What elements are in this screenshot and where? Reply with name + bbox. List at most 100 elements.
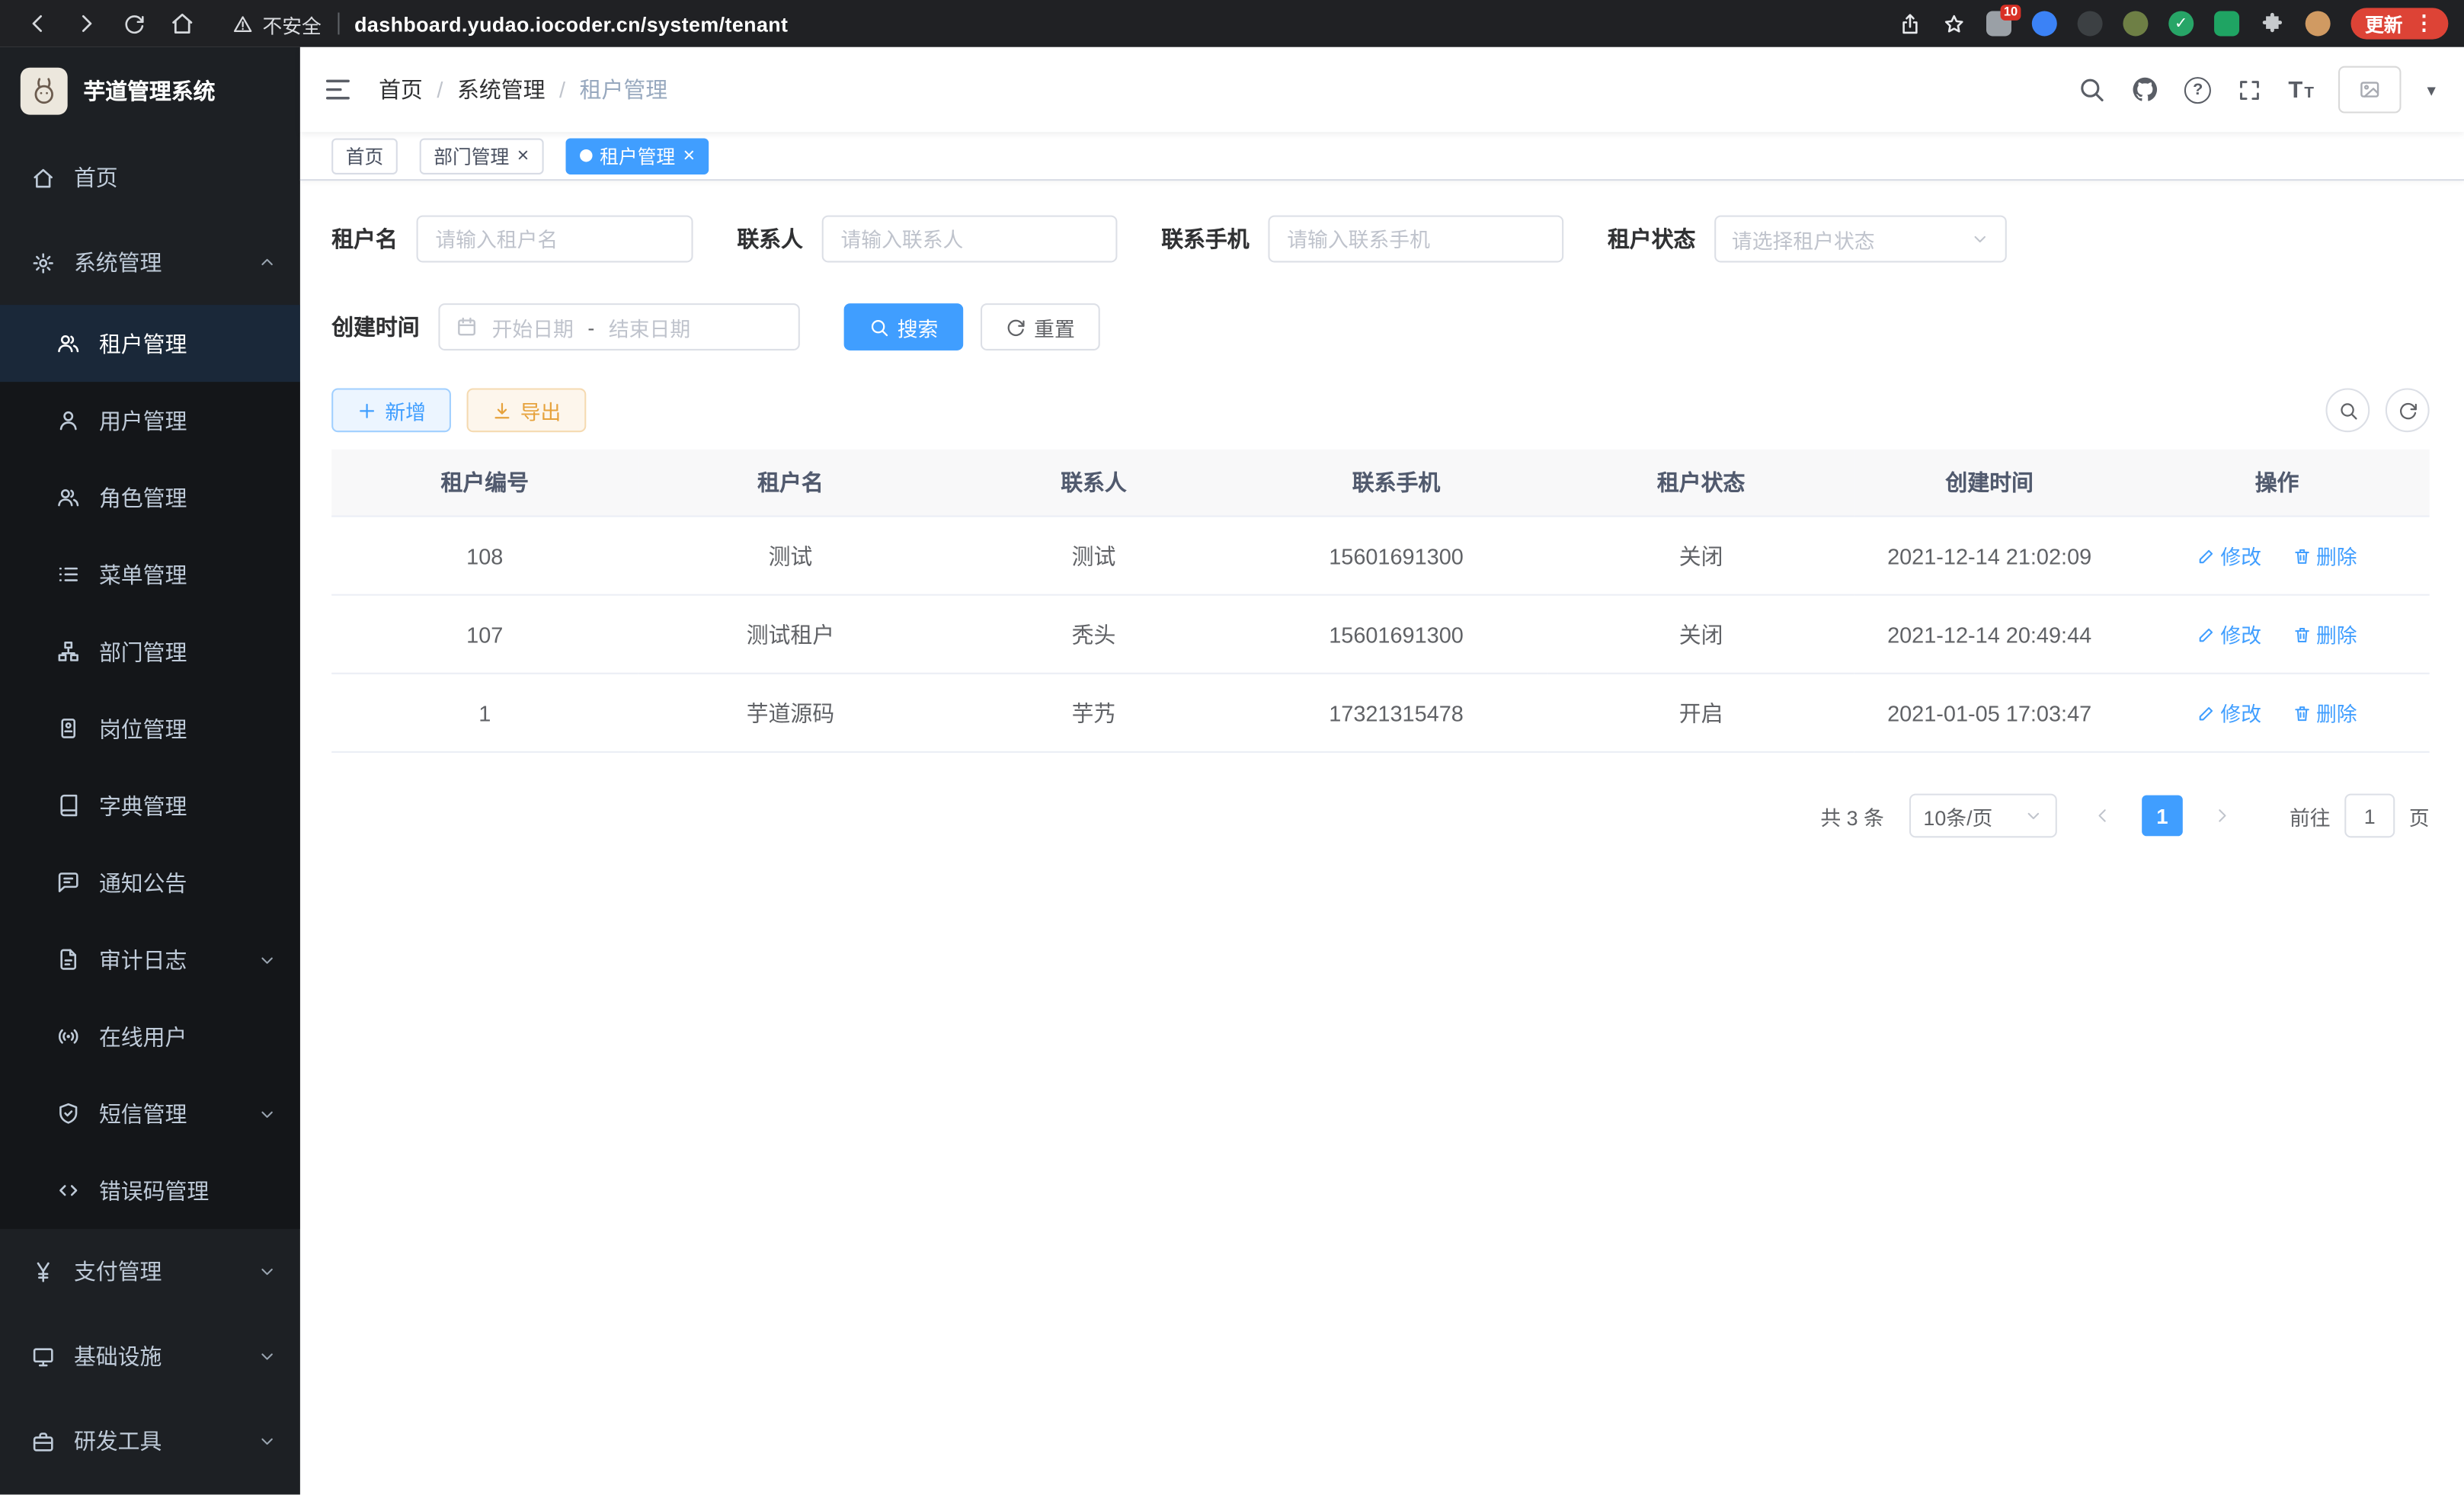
profile-avatar[interactable]: [2306, 11, 2331, 36]
fullscreen-icon[interactable]: [2236, 76, 2263, 103]
forward-icon[interactable]: [74, 11, 99, 36]
sidebar-item-dict[interactable]: 字典管理: [0, 767, 300, 844]
extension-badge: 10: [2001, 5, 2021, 21]
pencil-icon: [2197, 703, 2216, 722]
home-icon: [31, 166, 55, 190]
url-text[interactable]: dashboard.yudao.iocoder.cn/system/tenant: [354, 11, 788, 35]
extension-icon[interactable]: [2168, 11, 2194, 36]
tag-tenant-active[interactable]: 租户管理: [565, 137, 709, 173]
sidebar-item-post[interactable]: 岗位管理: [0, 690, 300, 767]
refresh-icon: [2397, 400, 2418, 421]
edit-button[interactable]: 修改: [2197, 698, 2261, 728]
pagination: 共 3 条 10条/页 1 前往 页: [331, 794, 2429, 838]
breadcrumb-item[interactable]: 首页: [379, 74, 423, 105]
site-security-indicator[interactable]: 不安全: [232, 8, 322, 38]
page-size-select[interactable]: 10条/页: [1909, 794, 2057, 838]
extension-icon[interactable]: [2078, 11, 2103, 36]
home-icon[interactable]: [170, 11, 195, 36]
table-row: 107 测试租户 秃头 15601691300 关闭 2021-12-14 20…: [331, 595, 2429, 674]
breadcrumb-item-current: 租户管理: [580, 74, 668, 105]
help-icon[interactable]: [2184, 76, 2211, 103]
sidebar-item-notice[interactable]: 通知公告: [0, 844, 300, 921]
table-row: 1 芋道源码 芋艿 17321315478 开启 2021-01-05 17:0…: [331, 674, 2429, 752]
security-label: 不安全: [262, 8, 321, 38]
sidebar-item-payment[interactable]: 支付管理: [0, 1229, 300, 1314]
sidebar-item-label: 系统管理: [74, 247, 162, 278]
delete-button[interactable]: 删除: [2293, 619, 2357, 649]
cell-mobile: 15601691300: [1245, 517, 1548, 595]
trash-icon: [2293, 703, 2312, 722]
sidebar-item-role[interactable]: 角色管理: [0, 459, 300, 536]
user-icon: [56, 408, 80, 432]
date-range-picker[interactable]: 开始日期 - 结束日期: [438, 303, 799, 351]
edit-button[interactable]: 修改: [2197, 619, 2261, 649]
sidebar-item-sms[interactable]: 短信管理: [0, 1075, 300, 1152]
mobile-input[interactable]: [1268, 216, 1563, 263]
export-button[interactable]: 导出: [467, 388, 587, 432]
cell-tenant-id: 108: [331, 517, 638, 595]
sidebar-item-system[interactable]: 系统管理: [0, 220, 300, 305]
sidebar-item-label: 审计日志: [99, 944, 187, 975]
extension-icon[interactable]: [2123, 11, 2148, 36]
goto-page-input[interactable]: [2344, 794, 2395, 838]
sidebar-item-tenant[interactable]: 租户管理: [0, 305, 300, 382]
tag-label: 部门管理: [434, 142, 509, 169]
extension-icon[interactable]: [2214, 11, 2239, 36]
cell-mobile: 15601691300: [1245, 595, 1548, 674]
bookmark-star-icon[interactable]: [1942, 11, 1966, 35]
share-icon[interactable]: [1898, 11, 1922, 35]
extension-icon[interactable]: [2032, 11, 2057, 36]
avatar[interactable]: [2339, 66, 2402, 114]
list-icon: [56, 562, 80, 586]
sidebar-item-devtools[interactable]: 研发工具: [0, 1399, 300, 1484]
close-icon[interactable]: [517, 145, 530, 167]
sidebar-item-user[interactable]: 用户管理: [0, 382, 300, 459]
book-icon: [56, 794, 80, 818]
close-icon[interactable]: [683, 145, 695, 167]
current-page-button[interactable]: 1: [2142, 796, 2183, 837]
delete-button[interactable]: 删除: [2293, 541, 2357, 571]
add-button[interactable]: 新增: [331, 388, 451, 432]
cell-tenant-name: 测试租户: [638, 595, 942, 674]
plus-icon: [357, 400, 377, 421]
role-icon: [56, 485, 80, 509]
font-size-icon[interactable]: [2288, 76, 2314, 103]
sidebar-item-audit-log[interactable]: 审计日志: [0, 921, 300, 998]
chevron-right-icon: [2213, 806, 2232, 825]
contact-input[interactable]: [822, 216, 1118, 263]
search-icon[interactable]: [2078, 75, 2106, 104]
breadcrumb-item[interactable]: 系统管理: [457, 74, 546, 105]
delete-button[interactable]: 删除: [2293, 698, 2357, 728]
browser-update-button[interactable]: 更新: [2350, 8, 2448, 39]
caret-down-icon[interactable]: [2427, 75, 2435, 104]
extensions-puzzle-icon[interactable]: [2260, 11, 2285, 36]
search-button[interactable]: 搜索: [844, 303, 964, 351]
cell-tenant-id: 1: [331, 674, 638, 752]
prev-page-button[interactable]: [2082, 796, 2123, 837]
extension-icon-badged[interactable]: 10: [1986, 11, 2011, 36]
tenant-name-input[interactable]: [417, 216, 693, 263]
sidebar-item-online-user[interactable]: 在线用户: [0, 998, 300, 1075]
edit-button[interactable]: 修改: [2197, 541, 2261, 571]
sidebar-item-menu[interactable]: 菜单管理: [0, 536, 300, 613]
sidebar-item-infra[interactable]: 基础设施: [0, 1314, 300, 1398]
tag-home[interactable]: 首页: [331, 137, 398, 173]
github-icon[interactable]: [2131, 75, 2159, 104]
chevron-down-icon: [258, 1432, 277, 1451]
status-select[interactable]: 请选择租户状态: [1714, 216, 2007, 263]
sidebar-item-dept[interactable]: 部门管理: [0, 613, 300, 690]
sidebar-item-error-code[interactable]: 错误码管理: [0, 1152, 300, 1229]
search-icon: [869, 317, 890, 338]
refresh-table-button[interactable]: [2386, 388, 2430, 432]
collapse-sidebar-icon[interactable]: [322, 74, 354, 105]
next-page-button[interactable]: [2201, 796, 2242, 837]
tag-dept[interactable]: 部门管理: [420, 137, 543, 173]
reload-icon[interactable]: [123, 11, 146, 35]
back-icon[interactable]: [25, 11, 50, 36]
chevron-down-icon: [1970, 229, 1989, 248]
update-label: 更新: [2365, 10, 2403, 37]
reset-button[interactable]: 重置: [981, 303, 1100, 351]
toggle-search-button[interactable]: [2326, 388, 2370, 432]
sidebar-item-home[interactable]: 首页: [0, 135, 300, 219]
sidebar-logo[interactable]: 芋道管理系统: [0, 47, 300, 136]
